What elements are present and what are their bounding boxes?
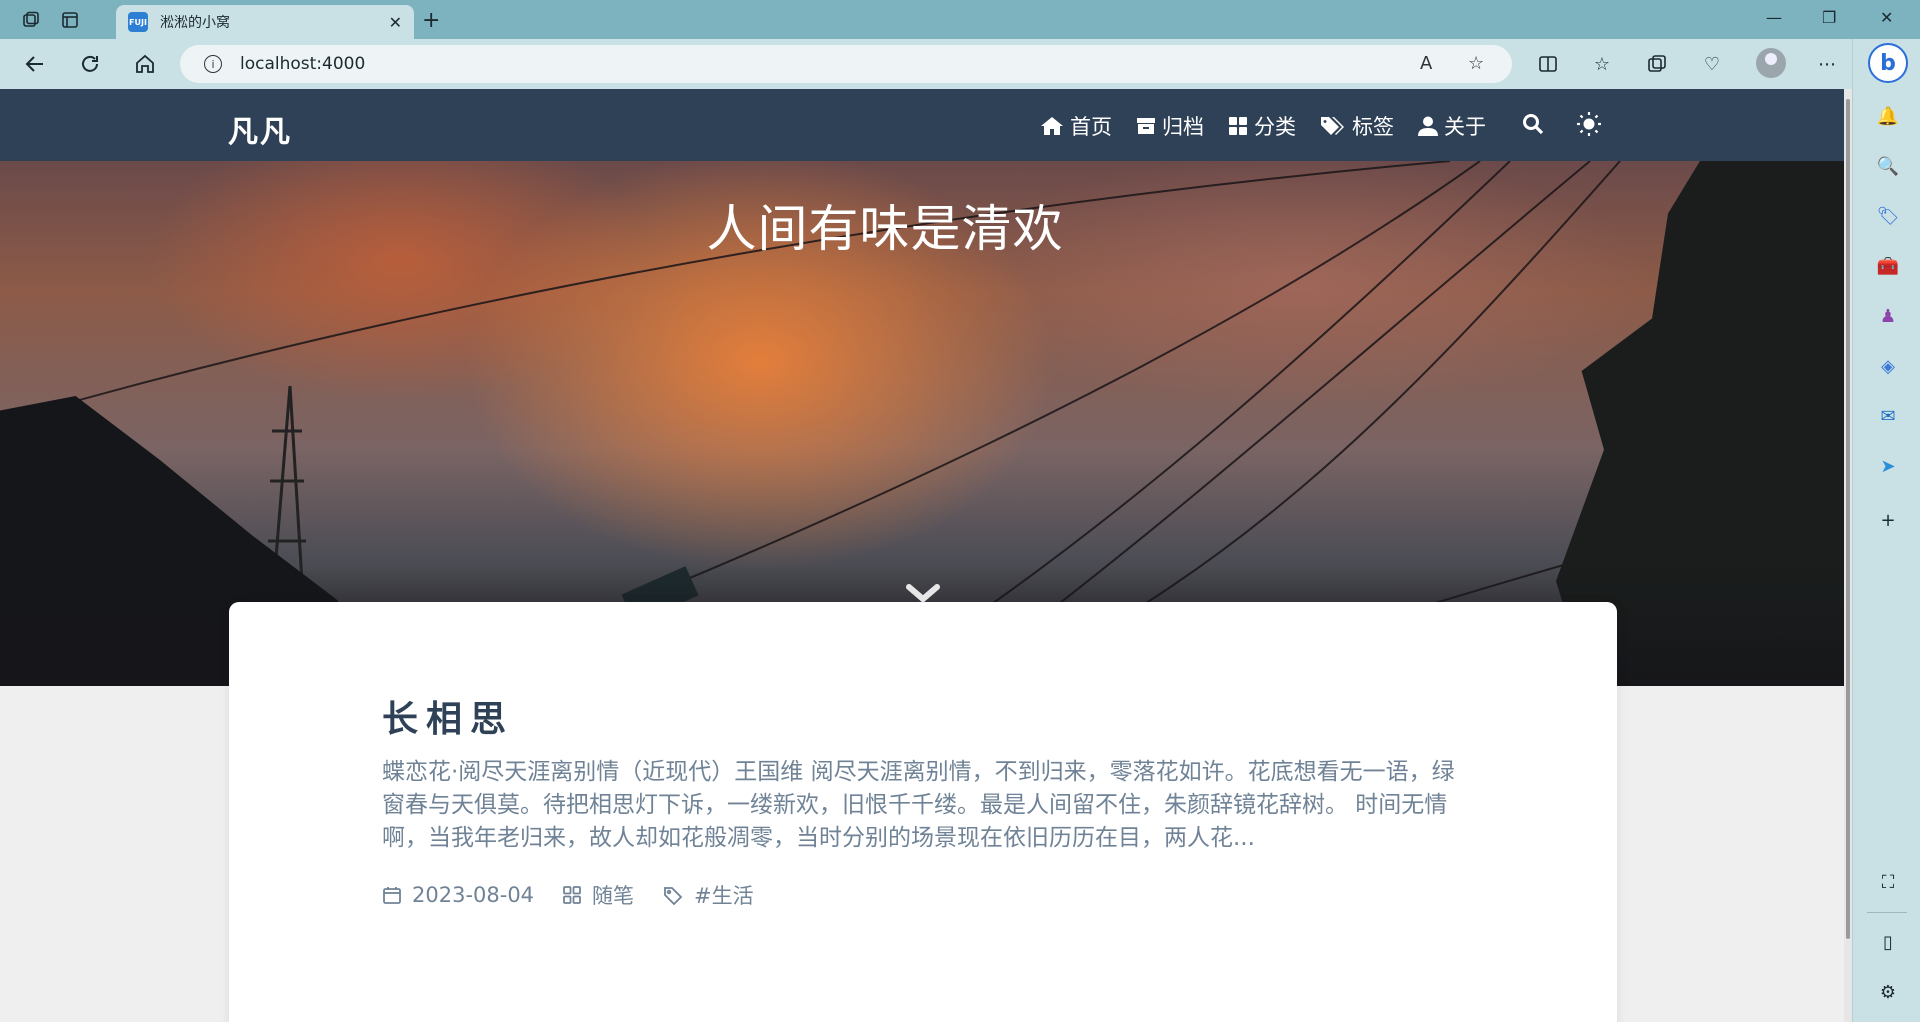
shopping-icon[interactable]: 🏷 [1875,203,1901,229]
nav-item-category[interactable]: 分类 [1228,111,1296,141]
scrollbar-thumb[interactable] [1846,99,1850,939]
category-icon [1229,117,1247,135]
sidebar-divider [1867,912,1907,913]
tab-actions-icon[interactable] [57,7,83,33]
hero-title: 人间有味是清欢 [706,200,1064,258]
site-nav: 首页 归档 分类 标签 关于 [1040,111,1486,141]
favorites-icon[interactable]: ☆ [1590,52,1614,76]
screenshot-icon[interactable]: ⛶ [1875,869,1901,895]
microsoft365-icon[interactable]: ◈ [1875,353,1901,379]
tab-title: 淞淞的小窝 [160,15,230,31]
add-sidebar-app-icon[interactable]: + [1875,507,1901,533]
post-category-text[interactable]: 随笔 [592,880,634,910]
archive-icon [1137,118,1155,134]
close-window-icon[interactable]: ✕ [1880,8,1893,27]
site-header: 凡凡 首页 归档 分类 标签 关于 [0,89,1844,161]
close-tab-icon[interactable]: ✕ [389,13,402,32]
collections-icon[interactable] [1645,52,1669,76]
page-viewport: 凡凡 首页 归档 分类 标签 关于 人间有味是清欢 长相思 蝶恋花·阅尽天涯离别… [0,89,1852,1022]
read-aloud-icon[interactable]: A [1420,53,1432,74]
site-info-icon[interactable]: i [204,55,222,73]
post-title[interactable]: 长相思 [382,690,514,742]
notifications-icon[interactable]: 🔔 [1875,103,1901,129]
scroll-down-chevron-icon[interactable] [906,583,940,609]
post-card: 长相思 蝶恋花·阅尽天涯离别情（近现代）王国维 阅尽天涯离别情，不到归来，零落花… [229,602,1617,1022]
nav-label-tags: 标签 [1352,115,1394,139]
nav-label-category: 分类 [1254,115,1296,139]
workspaces-icon[interactable] [18,7,44,33]
address-bar[interactable]: i localhost:4000 A ☆ [180,45,1512,83]
home-icon [1041,117,1063,135]
nav-item-archive[interactable]: 归档 [1136,111,1204,141]
favorite-star-icon[interactable]: ☆ [1468,53,1484,74]
nav-item-tags[interactable]: 标签 [1320,111,1394,141]
search-icon[interactable] [1522,113,1544,139]
nav-item-about[interactable]: 关于 [1418,111,1486,141]
more-options-icon[interactable]: ⋯ [1815,52,1839,76]
nav-label-about: 关于 [1444,115,1486,139]
tools-icon[interactable]: 🧰 [1875,253,1901,279]
send-icon[interactable]: ➤ [1875,453,1901,479]
browser-toolbar: i localhost:4000 A ☆ ☆ ♡ ⋯ [0,39,1852,89]
category-outline-icon [563,886,581,904]
nav-item-home[interactable]: 首页 [1040,111,1112,141]
restore-icon[interactable]: ❐ [1822,8,1836,27]
site-favicon-icon: FUJI [128,12,148,32]
calendar-icon [383,887,401,904]
browser-essentials-icon[interactable]: ♡ [1700,52,1724,76]
back-icon[interactable] [22,51,48,77]
site-brand[interactable]: 凡凡 [228,107,292,151]
split-screen-icon[interactable] [1536,52,1560,76]
outlook-icon[interactable]: ✉ [1875,403,1901,429]
post-tag-text[interactable]: #生活 [694,880,754,910]
url-text[interactable]: localhost:4000 [240,54,365,74]
new-tab-icon[interactable]: + [422,8,440,33]
post-category[interactable]: 随笔 [562,880,634,910]
home-button-icon[interactable] [132,51,158,77]
nav-label-archive: 归档 [1162,115,1204,139]
search-sidebar-icon[interactable]: 🔍 [1875,153,1901,179]
post-date-text: 2023-08-04 [412,883,535,907]
post-tag[interactable]: #生活 [662,880,754,910]
browser-tab-bar: FUJI 淞淞的小窝 ✕ + — ❐ ✕ [0,0,1920,39]
post-excerpt: 蝶恋花·阅尽天涯离别情（近现代）王国维 阅尽天涯离别情，不到归来，零落花如许。花… [382,759,1455,851]
profile-avatar[interactable] [1756,48,1786,78]
post-meta: 2023-08-04 随笔 #生活 [382,880,754,910]
settings-gear-icon[interactable]: ⚙ [1875,979,1901,1005]
nav-label-home: 首页 [1070,115,1112,139]
post-date: 2023-08-04 [382,880,534,910]
theme-toggle-sun-icon[interactable] [1576,111,1602,141]
browser-tab[interactable]: FUJI 淞淞的小窝 ✕ [116,5,414,39]
refresh-icon[interactable] [77,51,103,77]
games-icon[interactable]: ♟ [1875,303,1901,329]
page-scrollbar[interactable] [1844,89,1852,1022]
user-icon [1418,116,1438,136]
tag-outline-icon [664,887,683,905]
browser-sidebar: b 🔔 🔍 🏷 🧰 ♟ ◈ ✉ ➤ + ⛶ ▯ ⚙ [1852,39,1920,1022]
minimize-icon[interactable]: — [1766,8,1782,27]
hide-sidebar-icon[interactable]: ▯ [1875,929,1901,955]
copilot-icon[interactable]: b [1868,43,1908,83]
tags-icon [1321,117,1344,135]
